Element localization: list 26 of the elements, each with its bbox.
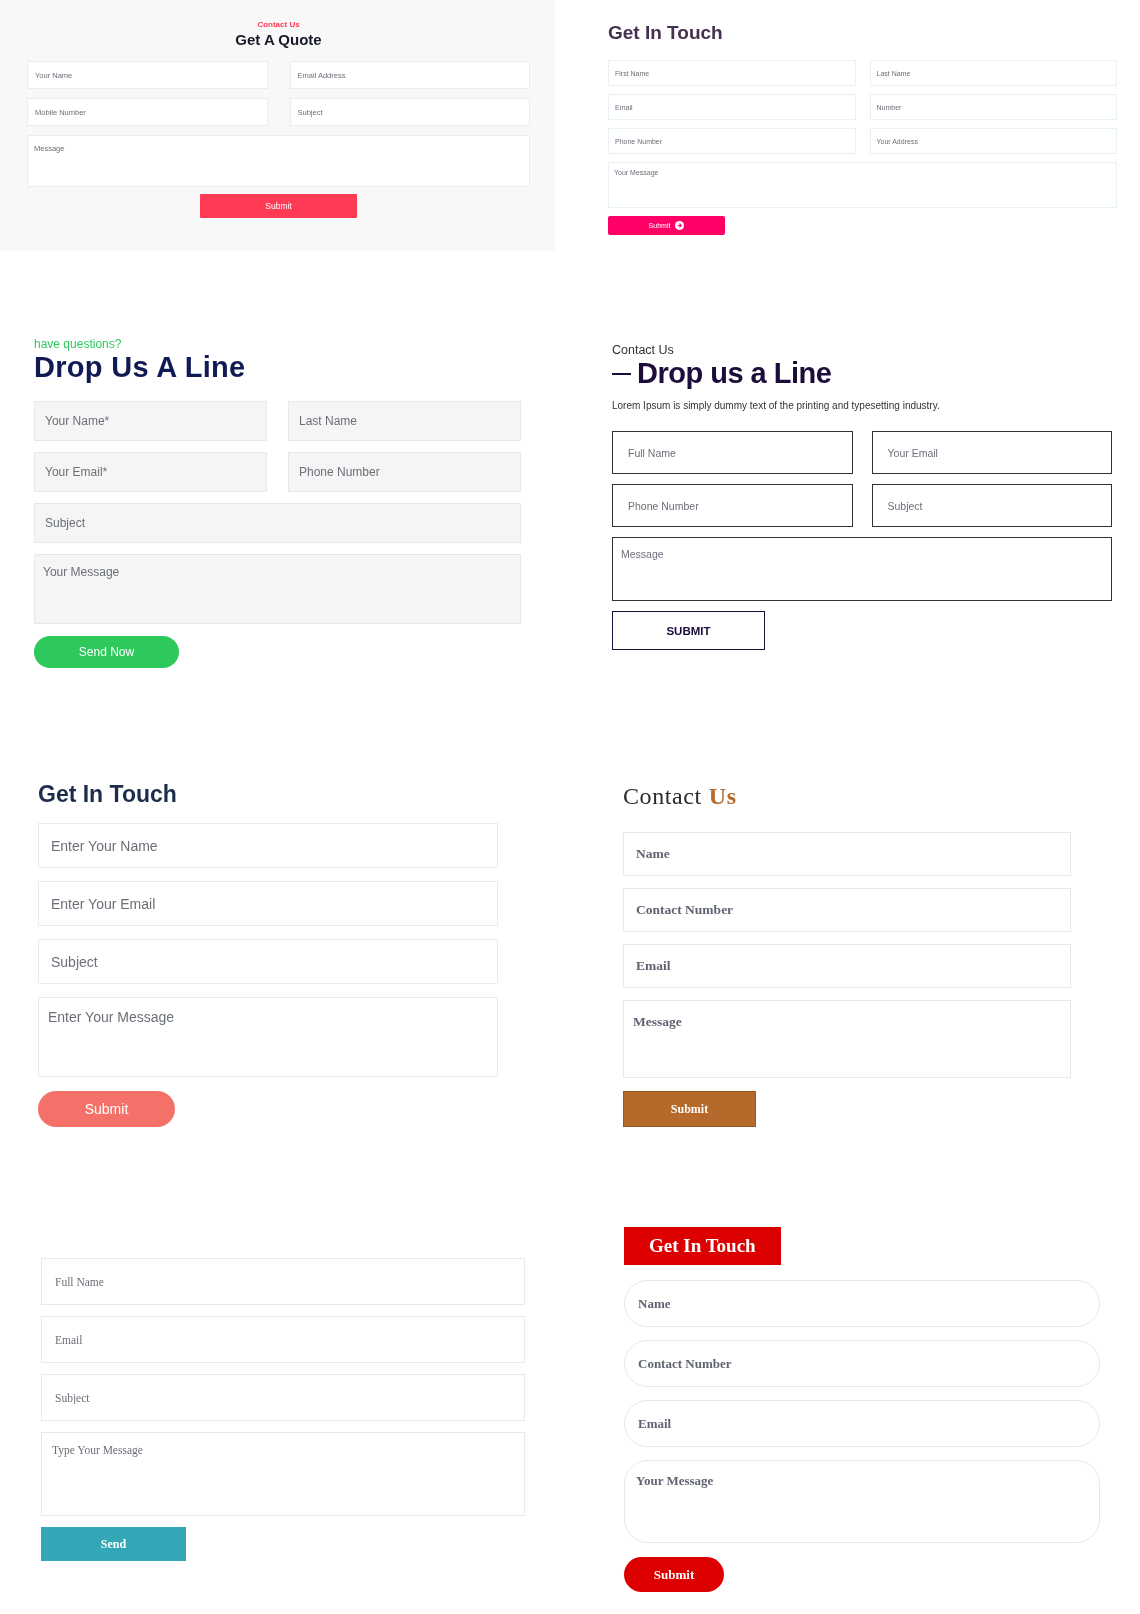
input-field[interactable]: Phone Number	[612, 484, 853, 527]
submit-button[interactable]: Submit	[624, 1557, 724, 1592]
submit-button[interactable]: Submit	[200, 194, 357, 218]
input-field[interactable]: Your Email	[871, 431, 1112, 474]
submit-button[interactable]: Submit	[38, 1091, 175, 1127]
input-field[interactable]: Subject	[871, 484, 1112, 527]
arrow-circle-icon	[675, 221, 685, 230]
eyebrow-text: have questions?	[34, 337, 123, 351]
submit-button[interactable]: Submit	[623, 1091, 756, 1127]
eyebrow-text: Contact Us	[256, 20, 301, 29]
dash-line	[612, 372, 631, 375]
submit-button[interactable]: SUBMIT	[612, 611, 765, 650]
form-title: Get In Touch	[608, 22, 724, 44]
submit-button[interactable]: Send	[41, 1527, 186, 1561]
form-title: Drop us a Line	[637, 357, 832, 390]
form-title: Get In Touch	[38, 781, 178, 808]
submit-button[interactable]: Send Now	[34, 636, 179, 668]
input-field[interactable]: Full Name	[612, 431, 853, 474]
description-text: Lorem Ipsum is simply dummy text of the printing and typesetting industry.	[612, 400, 941, 411]
eyebrow-text: Contact Us	[612, 343, 675, 357]
message-field[interactable]: Message	[612, 537, 1112, 601]
form-title: Get In Touch	[624, 1227, 781, 1265]
form-title: Contact	[623, 783, 702, 810]
form-title: Drop Us A Line	[34, 351, 247, 384]
title-accent: Us	[708, 783, 737, 810]
form-title: Get A Quote	[234, 31, 323, 48]
